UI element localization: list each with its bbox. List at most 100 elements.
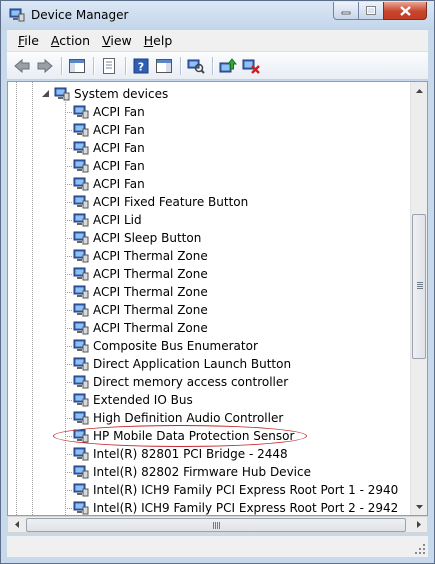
device-item[interactable]: ACPI Fan xyxy=(8,139,412,157)
menu-bar: File Action View Help xyxy=(7,30,428,52)
scroll-right-button[interactable] xyxy=(410,517,427,532)
menu-file[interactable]: File xyxy=(7,33,45,48)
close-button[interactable] xyxy=(383,2,427,20)
device-item[interactable]: ACPI Thermal Zone xyxy=(8,319,412,337)
device-item[interactable]: Direct memory access controller xyxy=(8,373,412,391)
tree-connector xyxy=(65,130,72,131)
system-device-icon xyxy=(73,249,89,263)
device-item[interactable]: ACPI Fixed Feature Button xyxy=(8,193,412,211)
expand-arrow-icon[interactable] xyxy=(41,89,50,98)
system-device-icon xyxy=(73,447,89,461)
device-item[interactable]: Composite Bus Enumerator xyxy=(8,337,412,355)
scroll-right-icon xyxy=(416,521,421,528)
device-label: ACPI Thermal Zone xyxy=(93,249,208,263)
device-label: Extended IO Bus xyxy=(93,393,193,407)
scroll-down-button[interactable] xyxy=(411,498,427,515)
system-device-icon xyxy=(73,267,89,281)
system-device-icon xyxy=(73,393,89,407)
properties-button[interactable] xyxy=(98,55,120,77)
device-label: ACPI Fan xyxy=(93,159,145,173)
system-device-icon xyxy=(73,375,89,389)
device-item[interactable]: ACPI Fan xyxy=(8,157,412,175)
device-item[interactable]: ACPI Thermal Zone xyxy=(8,247,412,265)
action-pane-button[interactable] xyxy=(153,55,175,77)
menu-action[interactable]: Action xyxy=(45,33,96,48)
device-manager-window: Device Manager File Action View Help ? S… xyxy=(0,0,435,564)
device-item[interactable]: ACPI Fan xyxy=(8,103,412,121)
tree-connector xyxy=(65,346,72,347)
system-device-icon xyxy=(73,357,89,371)
thumb-grip xyxy=(417,288,423,289)
resize-grip-icon[interactable] xyxy=(414,543,426,555)
device-label: Intel(R) 82801 PCI Bridge - 2448 xyxy=(93,447,288,461)
svg-text:?: ? xyxy=(138,60,144,73)
help-button[interactable]: ? xyxy=(130,55,152,77)
system-device-icon xyxy=(73,213,89,227)
back-icon xyxy=(14,58,30,73)
device-item[interactable]: ACPI Thermal Zone xyxy=(8,301,412,319)
show-hide-console-tree-button[interactable] xyxy=(66,55,88,77)
tree-connector xyxy=(65,220,72,221)
device-label: Direct memory access controller xyxy=(93,375,289,389)
device-item[interactable]: ACPI Thermal Zone xyxy=(8,265,412,283)
scroll-up-button[interactable] xyxy=(411,82,427,99)
device-label: Composite Bus Enumerator xyxy=(93,339,258,353)
maximize-button[interactable] xyxy=(358,2,384,20)
system-device-icon xyxy=(73,105,89,119)
minimize-button[interactable] xyxy=(333,2,359,20)
device-item[interactable]: Extended IO Bus xyxy=(8,391,412,409)
device-tree[interactable]: System devices ACPI Fan ACPI Fan ACPI Fan A… xyxy=(7,81,428,516)
system-device-icon xyxy=(73,321,89,335)
device-item[interactable]: ACPI Fan xyxy=(8,175,412,193)
scroll-left-button[interactable] xyxy=(8,517,25,532)
device-label: ACPI Fan xyxy=(93,141,145,155)
device-label: ACPI Fixed Feature Button xyxy=(93,195,249,209)
toolbar-separator xyxy=(61,56,62,75)
back-button[interactable] xyxy=(11,55,33,77)
device-item[interactable]: High Definition Audio Controller xyxy=(8,409,412,427)
vertical-scrollbar[interactable] xyxy=(410,82,427,515)
tree-connector xyxy=(65,256,72,257)
vertical-scroll-thumb[interactable] xyxy=(412,214,426,359)
thumb-grip xyxy=(417,284,423,285)
tree-connector xyxy=(65,490,72,491)
action-pane-icon xyxy=(156,58,172,73)
thumb-grip xyxy=(215,522,216,529)
device-item[interactable]: Intel(R) ICH9 Family PCI Express Root Po… xyxy=(8,481,412,499)
tree-connector xyxy=(65,148,72,149)
toolbar-separator xyxy=(93,56,94,75)
tree-connector xyxy=(65,400,72,401)
scan-hardware-button[interactable] xyxy=(185,55,207,77)
system-device-icon xyxy=(73,501,89,515)
category-system-devices[interactable]: System devices xyxy=(8,85,412,103)
close-icon xyxy=(399,5,411,16)
thumb-grip xyxy=(217,522,218,529)
device-item[interactable]: ACPI Thermal Zone xyxy=(8,283,412,301)
scroll-down-icon xyxy=(416,504,423,509)
system-device-icon xyxy=(73,123,89,137)
thumb-grip xyxy=(417,282,423,283)
device-label: ACPI Thermal Zone xyxy=(93,321,208,335)
title-bar[interactable]: Device Manager xyxy=(1,1,434,30)
forward-button[interactable] xyxy=(34,55,56,77)
device-item[interactable]: Intel(R) ICH9 Family PCI Express Root Po… xyxy=(8,499,412,515)
system-devices-icon xyxy=(54,87,70,101)
update-driver-button[interactable] xyxy=(217,55,239,77)
highlight-annotation xyxy=(53,425,307,447)
uninstall-button[interactable] xyxy=(240,55,262,77)
help-icon: ? xyxy=(133,58,149,73)
device-item[interactable]: ACPI Lid xyxy=(8,211,412,229)
device-item[interactable]: ACPI Fan xyxy=(8,121,412,139)
horizontal-scrollbar[interactable] xyxy=(7,516,428,533)
uninstall-icon xyxy=(242,59,260,74)
menu-view[interactable]: View xyxy=(96,33,138,48)
menu-help[interactable]: Help xyxy=(138,33,179,48)
device-item[interactable]: Intel(R) 82802 Firmware Hub Device xyxy=(8,463,412,481)
system-device-icon xyxy=(73,303,89,317)
tree-connector xyxy=(65,238,72,239)
horizontal-scroll-thumb[interactable] xyxy=(26,518,406,532)
device-label: ACPI Fan xyxy=(93,177,145,191)
device-item[interactable]: Direct Application Launch Button xyxy=(8,355,412,373)
device-item[interactable]: ACPI Sleep Button xyxy=(8,229,412,247)
device-item[interactable]: Intel(R) 82801 PCI Bridge - 2448 xyxy=(8,445,412,463)
